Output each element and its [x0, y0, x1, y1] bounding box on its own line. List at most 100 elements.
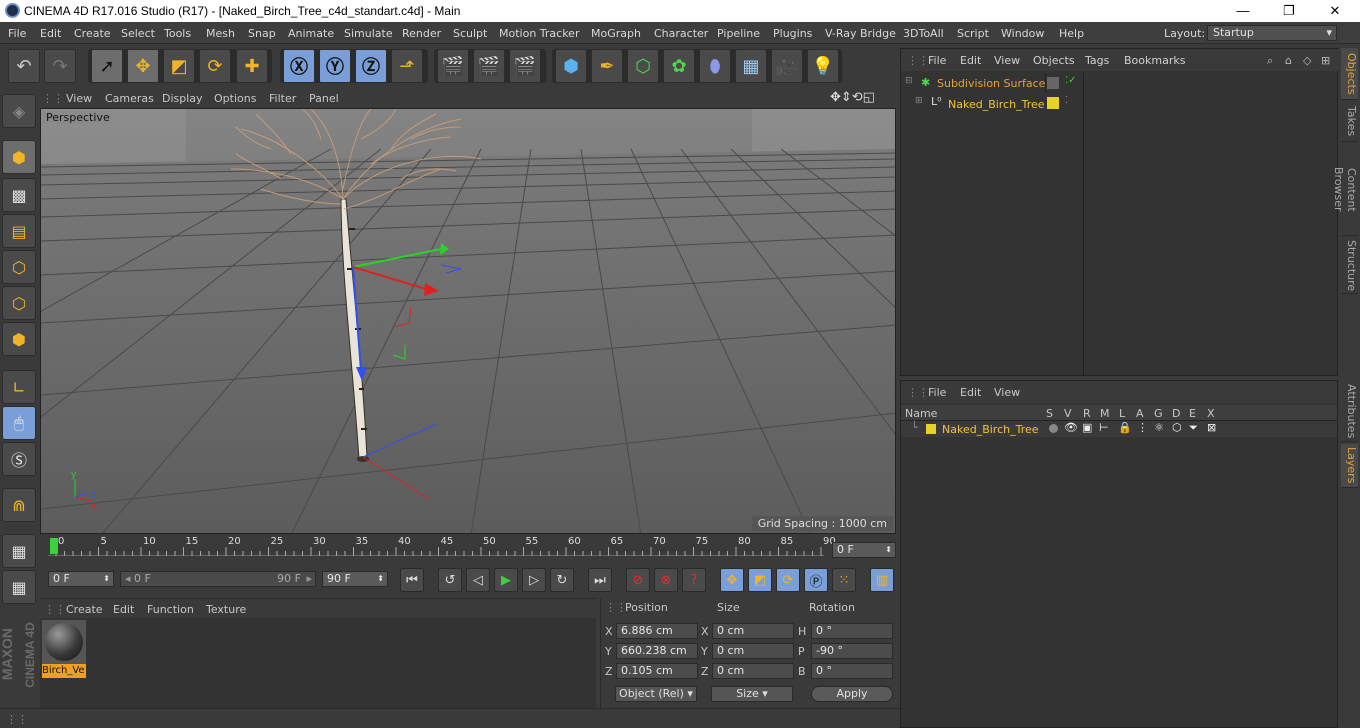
- close-button[interactable]: ✕: [1312, 0, 1358, 22]
- workplane-align-button[interactable]: ▦: [2, 570, 36, 604]
- layer-name[interactable]: Naked_Birch_Tree: [942, 423, 1039, 436]
- menu-edit[interactable]: Edit: [40, 27, 61, 40]
- size-x-field[interactable]: 0 cm: [712, 623, 794, 639]
- layout-select[interactable]: Startup ▾: [1207, 25, 1337, 41]
- menu-simulate[interactable]: Simulate: [344, 27, 393, 40]
- z-axis-button[interactable]: Ⓩ: [355, 49, 387, 83]
- search-icon[interactable]: ⌕: [1267, 54, 1273, 68]
- menu-window[interactable]: Window: [1001, 27, 1044, 40]
- manager-tree-icon[interactable]: ⊢: [1099, 421, 1109, 434]
- layers-menu-file[interactable]: File: [928, 386, 946, 399]
- menu-sculpt[interactable]: Sculpt: [453, 27, 487, 40]
- workplane-mode-button[interactable]: ▤: [2, 214, 36, 248]
- cloner-button[interactable]: ✿: [663, 49, 695, 83]
- position-z-field[interactable]: 0.105 cm: [616, 663, 698, 679]
- menu-create[interactable]: Create: [74, 27, 111, 40]
- timeline-track[interactable]: 0 5 10 15 20 25 30 35 40 45 50 55 60 65 70 75 80 85 90: [48, 536, 836, 556]
- tree-expand-icon[interactable]: ⊞: [915, 96, 923, 106]
- workplane-lock-button[interactable]: ▦: [2, 534, 36, 568]
- menu-file[interactable]: File: [8, 27, 26, 40]
- layers-menu-view[interactable]: View: [994, 386, 1020, 399]
- objects-menu-file[interactable]: File: [928, 54, 946, 67]
- previous-frame-button[interactable]: ◁: [466, 568, 490, 592]
- snap-button[interactable]: ⋒: [2, 488, 36, 522]
- material-menu-create[interactable]: Create: [66, 603, 103, 616]
- objects-menu-view[interactable]: View: [994, 54, 1020, 67]
- points-mode-button[interactable]: ⬡: [2, 250, 36, 284]
- menu-tools[interactable]: Tools: [164, 27, 191, 40]
- axis-mode-button[interactable]: ∟: [2, 370, 36, 404]
- redo-button[interactable]: ↷: [44, 49, 76, 83]
- menu-motion-tracker[interactable]: Motion Tracker: [499, 27, 579, 40]
- object-row-subdivision[interactable]: ⊟ ✱ Subdivision Surface ⁚✓: [901, 73, 1337, 93]
- restore-button[interactable]: ❐: [1266, 0, 1312, 22]
- texture-mode-button[interactable]: ▩: [2, 178, 36, 212]
- tab-layers[interactable]: Layers: [1341, 444, 1358, 488]
- timeline-ruler[interactable]: 0 5 10 15 20 25 30 35 40 45 50 55 60 65 70 75 80 85 90 0 F…: [40, 536, 896, 564]
- rotation-b-field[interactable]: 0 °: [811, 663, 893, 679]
- object-name[interactable]: Naked_Birch_Tree: [948, 98, 1045, 111]
- y-axis-button[interactable]: Ⓨ: [319, 49, 351, 83]
- key-rotation-button[interactable]: ⟳: [776, 568, 800, 592]
- current-frame-field[interactable]: 0 F ⬍: [832, 542, 896, 558]
- objects-menu-tags[interactable]: Tags: [1085, 54, 1109, 67]
- position-x-field[interactable]: 6.886 cm: [616, 623, 698, 639]
- playhead-marker[interactable]: [50, 538, 58, 554]
- render-picture-viewer-button[interactable]: 🎬: [473, 49, 505, 83]
- size-z-field[interactable]: 0 cm: [712, 663, 794, 679]
- make-editable-button[interactable]: ◈: [2, 94, 36, 128]
- column-generators[interactable]: G: [1154, 407, 1163, 420]
- lock-icon[interactable]: 🔒: [1118, 421, 1132, 434]
- layer-color-icon[interactable]: [1047, 97, 1059, 109]
- size-y-field[interactable]: 0 cm: [712, 643, 794, 659]
- layer-tag-icon[interactable]: [1047, 77, 1059, 89]
- animation-film-icon[interactable]: ⋮: [1137, 421, 1148, 434]
- keyframe-selection-button[interactable]: ?: [682, 568, 706, 592]
- tab-takes[interactable]: Takes: [1341, 102, 1358, 142]
- material-birch[interactable]: Birch_Ve: [42, 620, 86, 678]
- viewport-menu-cameras[interactable]: Cameras: [105, 92, 154, 105]
- object-row-birch-tree[interactable]: ⊞ L⁰ Naked_Birch_Tree ⁚: [901, 93, 1337, 113]
- size-mode-select[interactable]: Size ▾: [711, 686, 793, 702]
- tree-collapse-icon[interactable]: ⊟: [905, 76, 913, 86]
- viewport-menu-panel[interactable]: Panel: [309, 92, 339, 105]
- tab-objects[interactable]: Objects: [1341, 48, 1358, 100]
- render-settings-button[interactable]: 🎬: [509, 49, 541, 83]
- home-icon[interactable]: ⌂: [1285, 54, 1292, 67]
- generator-icon[interactable]: ⚛: [1154, 421, 1164, 434]
- filter-icon[interactable]: ◇: [1303, 54, 1311, 67]
- tab-content-browser[interactable]: Content Browser: [1332, 144, 1358, 236]
- key-scale-button[interactable]: ◩: [748, 568, 772, 592]
- column-expressions[interactable]: E: [1189, 407, 1196, 420]
- previous-key-button[interactable]: ↺: [438, 568, 462, 592]
- tweak-mode-button[interactable]: 🖱: [2, 406, 36, 440]
- viewport-menu-options[interactable]: Options: [214, 92, 256, 105]
- column-xref[interactable]: X: [1207, 407, 1215, 420]
- light-object-button[interactable]: 💡: [807, 49, 839, 83]
- rotation-h-field[interactable]: 0 °: [811, 623, 893, 639]
- column-locked[interactable]: L: [1119, 407, 1125, 420]
- next-frame-button[interactable]: ▷: [522, 568, 546, 592]
- go-to-end-button[interactable]: ⏭: [588, 568, 612, 592]
- column-name[interactable]: Name: [905, 407, 937, 420]
- apply-button[interactable]: Apply: [811, 686, 893, 702]
- layers-menu-edit[interactable]: Edit: [960, 386, 981, 399]
- material-menu-function[interactable]: Function: [147, 603, 194, 616]
- polygons-mode-button[interactable]: ⬢: [2, 322, 36, 356]
- scale-tool-button[interactable]: ◩: [163, 49, 195, 83]
- viewport-navigation-icons[interactable]: ✥⇕⟲◱: [830, 90, 875, 105]
- menu-pipeline[interactable]: Pipeline: [717, 27, 760, 40]
- solo-dot-icon[interactable]: [1049, 424, 1058, 433]
- key-position-button[interactable]: ✥: [720, 568, 744, 592]
- render-view-button[interactable]: 🎬: [437, 49, 469, 83]
- last-tool-button[interactable]: ✚: [236, 49, 268, 83]
- viewport-menu-filter[interactable]: Filter: [269, 92, 296, 105]
- menu-select[interactable]: Select: [121, 27, 155, 40]
- rotate-tool-button[interactable]: ⟳: [199, 49, 231, 83]
- objects-menu-bookmarks[interactable]: Bookmarks: [1124, 54, 1185, 67]
- frame-range-slider[interactable]: ◂ 0 F 90 F ▸: [120, 571, 316, 587]
- menu-snap[interactable]: Snap: [248, 27, 276, 40]
- camera-object-button[interactable]: 🎥: [771, 49, 803, 83]
- new-window-icon[interactable]: ⊞: [1321, 54, 1330, 67]
- start-frame-field[interactable]: 0 F ⬍: [48, 571, 114, 587]
